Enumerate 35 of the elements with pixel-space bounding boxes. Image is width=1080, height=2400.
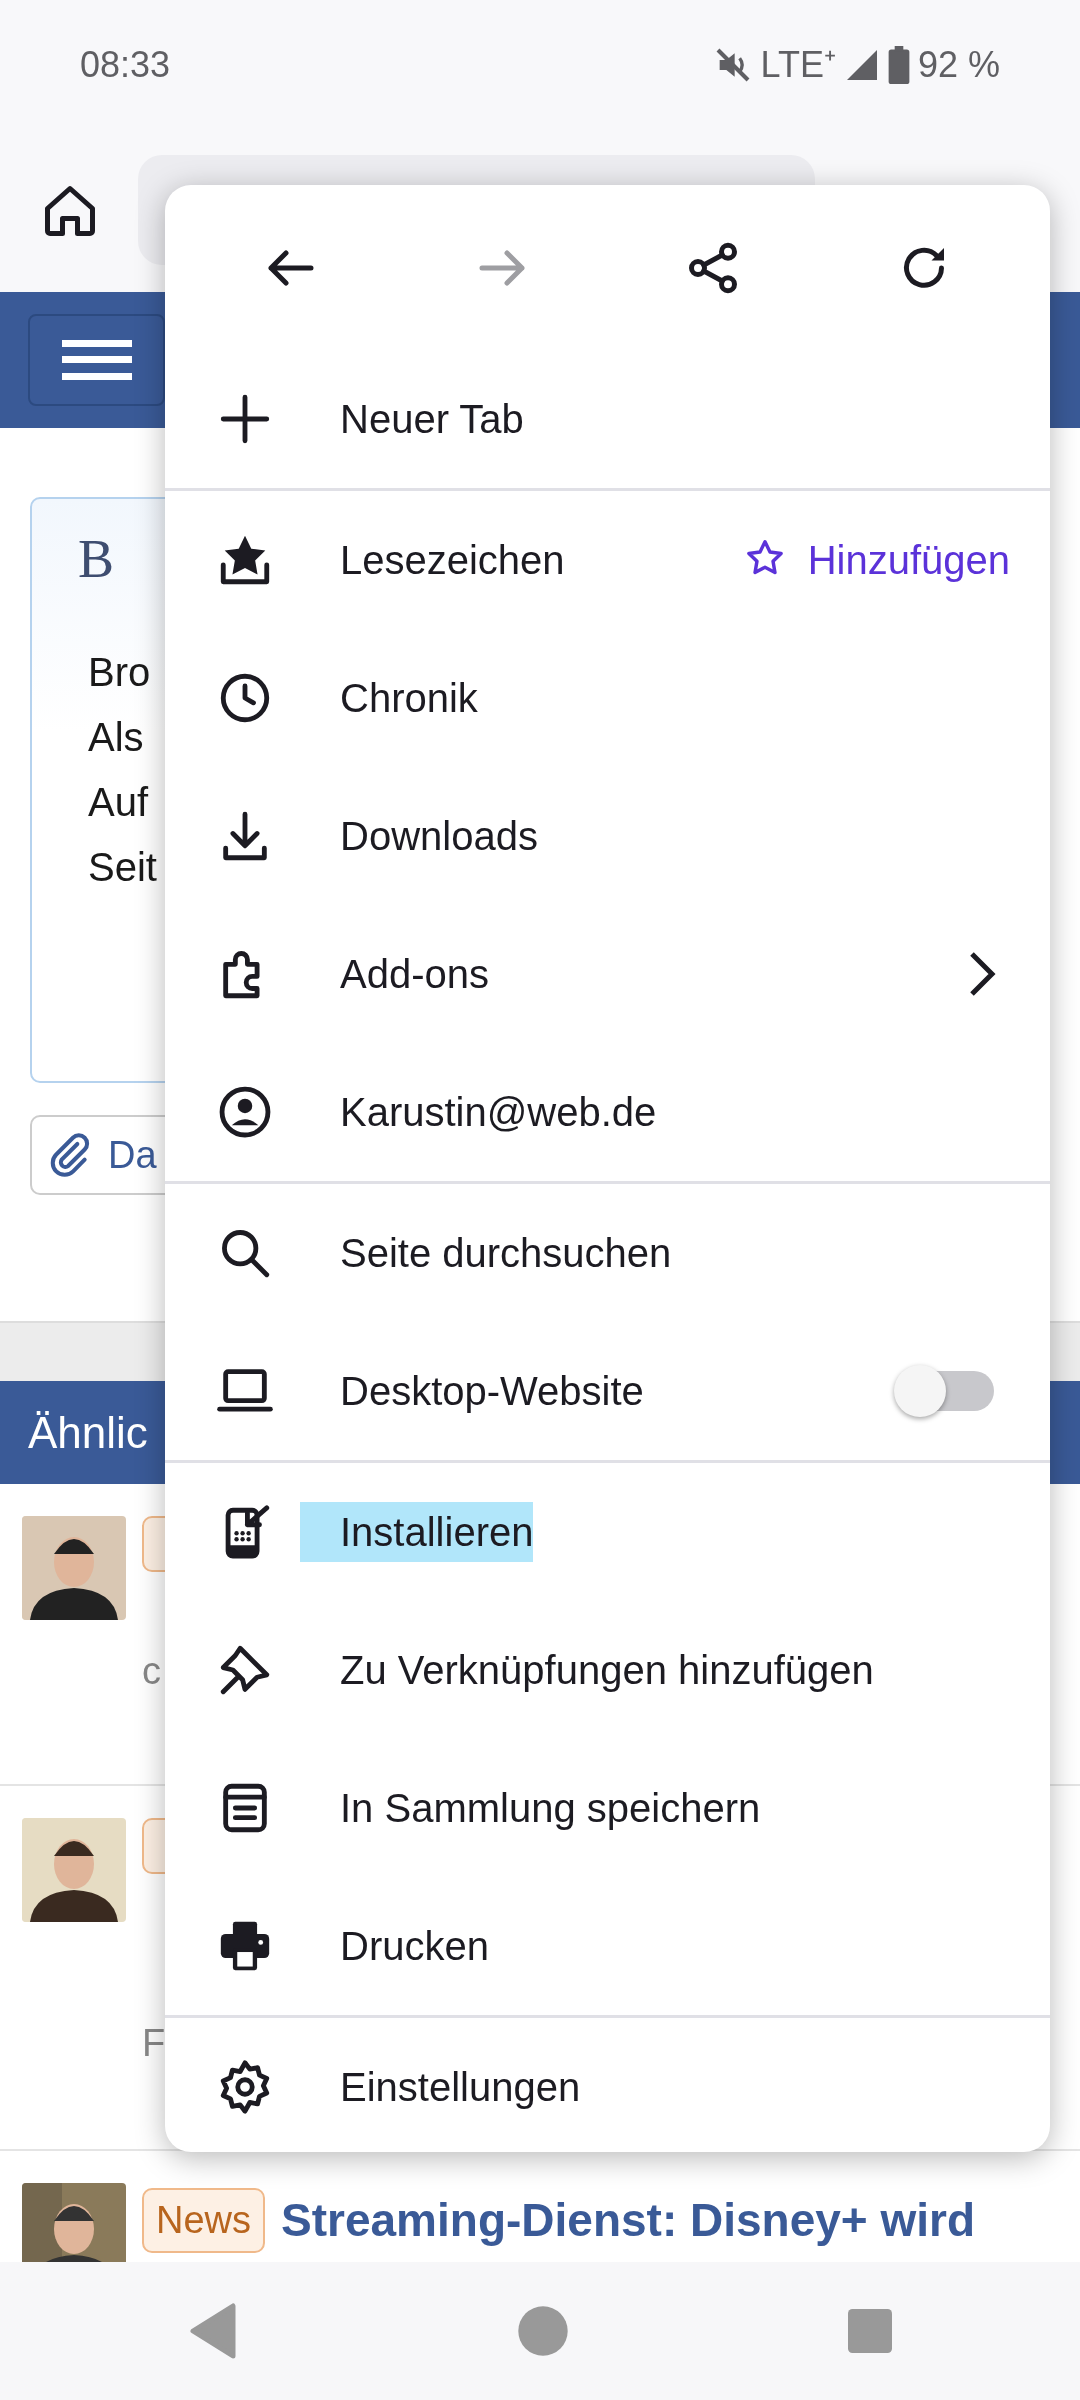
add-bookmark-button[interactable]: Hinzufügen [741,530,1010,590]
text-line: Auf [88,779,149,826]
menu-item[interactable]: Seite durchsuchen [165,1184,1050,1322]
back-icon[interactable] [187,2303,238,2359]
article-title[interactable]: Streaming-Dienst: Disney+ wird [281,2183,976,2258]
menu-item[interactable]: Karustin@web.de [165,1043,1050,1181]
menu-item[interactable]: Installieren [165,1463,1050,1601]
network-type: LTE⁺ [760,43,836,87]
menu-button[interactable] [28,314,165,406]
toggle-switch[interactable] [892,1364,996,1418]
menu-item[interactable]: Lesezeichen Hinzufügen [165,491,1050,629]
text-line: Als [88,714,144,761]
menu-item[interactable]: Neuer Tab [165,350,1050,488]
home-circle-icon[interactable] [517,2305,569,2357]
text-line: Seit [88,844,157,891]
category-badge: News [142,2188,266,2253]
menu-item[interactable]: Einstellungen [165,2018,1050,2152]
paperclip-icon [48,1133,92,1177]
menu-item[interactable]: Zu Verknüpfungen hinzufügen [165,1601,1050,1739]
menu-item[interactable]: Add-ons [165,905,1050,1043]
recents-icon[interactable] [848,2309,893,2353]
menu-item[interactable]: Desktop-Website [165,1322,1050,1460]
battery-icon [887,46,910,84]
menu-item[interactable]: In Sammlung speichern [165,1739,1050,1877]
battery-level: 92 % [917,43,1000,87]
menu-item[interactable]: Chronik [165,629,1050,767]
menu-item[interactable]: Downloads [165,767,1050,905]
article-meta: F [142,2021,167,2066]
menu-icon [61,340,132,380]
article-meta: c [142,1649,162,1694]
status-time: 08:33 [80,43,171,87]
text-line: Bro [88,649,151,696]
section-title: Ähnlic [28,1406,148,1459]
card-heading: B [78,528,115,591]
menu-item[interactable]: Drucken [165,1877,1050,2015]
